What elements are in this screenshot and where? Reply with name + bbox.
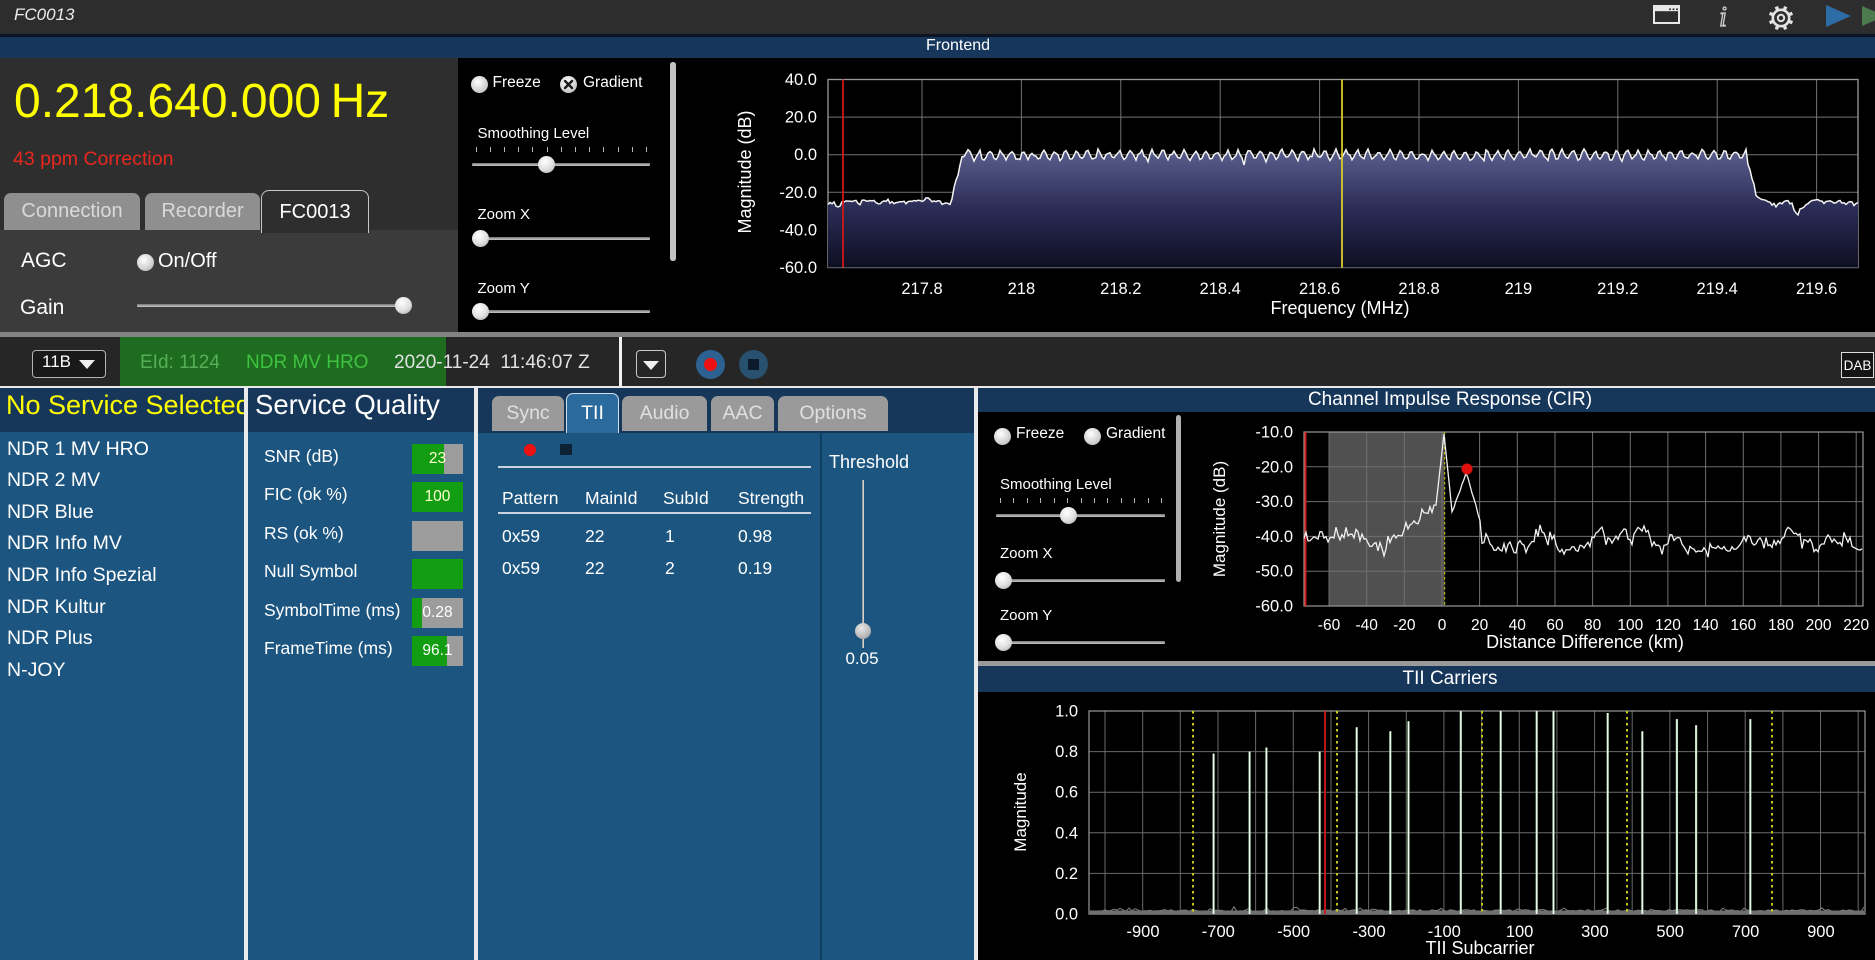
- svg-text:-40.0: -40.0: [1255, 528, 1293, 546]
- svg-text:-300: -300: [1352, 923, 1385, 941]
- svg-text:-60.0: -60.0: [779, 259, 817, 277]
- svg-text:i: i: [1719, 4, 1727, 30]
- svg-text:0.8: 0.8: [1055, 743, 1078, 761]
- svg-text:180: 180: [1768, 617, 1794, 634]
- svg-text:-10.0: -10.0: [1255, 424, 1293, 442]
- svg-text:700: 700: [1732, 923, 1760, 941]
- svg-text:-900: -900: [1126, 923, 1159, 941]
- svg-text:0.6: 0.6: [1055, 784, 1078, 802]
- svg-text:160: 160: [1730, 617, 1756, 634]
- svg-text:218.8: 218.8: [1398, 280, 1439, 298]
- svg-text:300: 300: [1581, 923, 1609, 941]
- svg-text:218.6: 218.6: [1299, 280, 1340, 298]
- svg-text:-40.0: -40.0: [779, 221, 817, 239]
- svg-text:Magnitude (dB): Magnitude (dB): [1210, 461, 1229, 577]
- svg-text:20.0: 20.0: [785, 109, 817, 127]
- svg-text:0.4: 0.4: [1055, 824, 1078, 842]
- svg-text:500: 500: [1656, 923, 1684, 941]
- svg-text:-700: -700: [1202, 923, 1235, 941]
- svg-text:TII Subcarrier: TII Subcarrier: [1425, 938, 1534, 958]
- svg-text:Magnitude: Magnitude: [1011, 772, 1030, 851]
- svg-text:-20.0: -20.0: [1255, 458, 1293, 476]
- svg-text:220: 220: [1843, 617, 1869, 634]
- svg-text:219: 219: [1505, 280, 1533, 298]
- svg-text:Distance Difference (km): Distance Difference (km): [1486, 632, 1684, 652]
- svg-text:218.4: 218.4: [1200, 280, 1241, 298]
- svg-text:219.2: 219.2: [1597, 280, 1638, 298]
- svg-text:140: 140: [1693, 617, 1719, 634]
- svg-text:-30.0: -30.0: [1255, 493, 1293, 511]
- svg-text:217.8: 217.8: [901, 280, 942, 298]
- svg-text:Frequency (MHz): Frequency (MHz): [1270, 298, 1409, 318]
- svg-text:-60.0: -60.0: [1255, 598, 1293, 616]
- svg-text:-50.0: -50.0: [1255, 563, 1293, 581]
- svg-text:219.4: 219.4: [1697, 280, 1738, 298]
- svg-text:900: 900: [1807, 923, 1835, 941]
- svg-text:218.2: 218.2: [1100, 280, 1141, 298]
- svg-text:0.0: 0.0: [1055, 906, 1078, 924]
- svg-text:-40: -40: [1355, 617, 1378, 634]
- svg-text:218: 218: [1008, 280, 1036, 298]
- svg-text:-20: -20: [1393, 617, 1416, 634]
- svg-text:0.0: 0.0: [794, 146, 817, 164]
- svg-text:1.0: 1.0: [1055, 703, 1078, 721]
- svg-text:40.0: 40.0: [785, 71, 817, 89]
- svg-text:-20.0: -20.0: [779, 184, 817, 202]
- svg-text:200: 200: [1806, 617, 1832, 634]
- svg-text:-500: -500: [1277, 923, 1310, 941]
- svg-text:219.6: 219.6: [1796, 280, 1837, 298]
- svg-text:0: 0: [1438, 617, 1447, 634]
- svg-text:-60: -60: [1318, 617, 1341, 634]
- svg-text:0.2: 0.2: [1055, 865, 1078, 883]
- svg-text:Magnitude (dB): Magnitude (dB): [735, 110, 755, 233]
